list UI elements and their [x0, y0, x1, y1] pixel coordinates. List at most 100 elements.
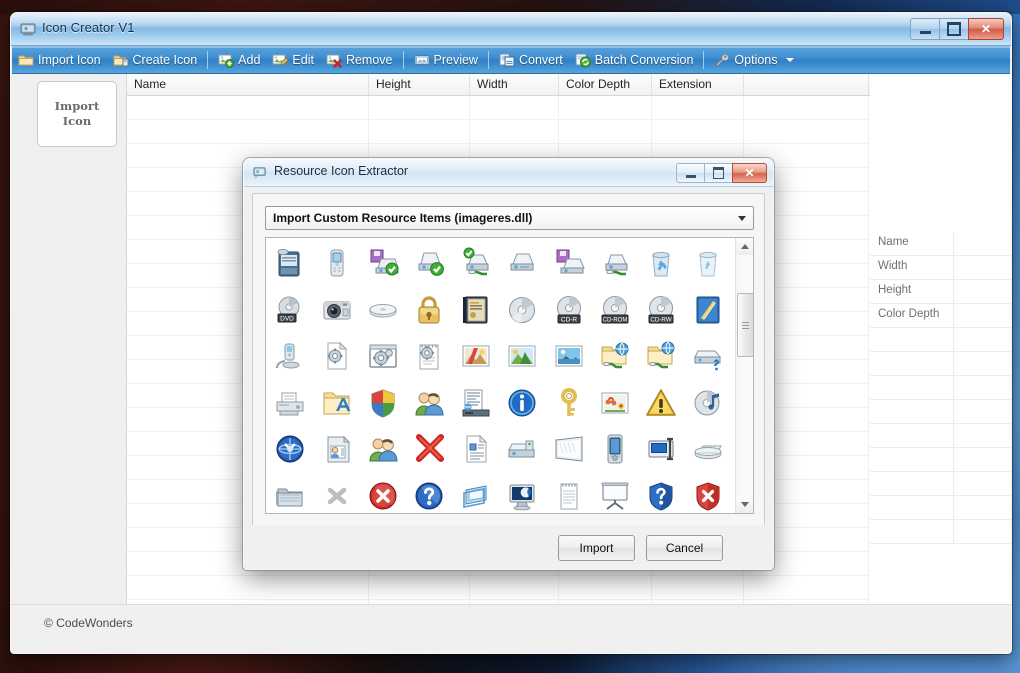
chevron-down-icon[interactable] [731, 208, 753, 228]
list-column-header[interactable]: Name [127, 74, 369, 95]
icon-grid-item[interactable]: CD-RW [638, 287, 684, 334]
icon-grid-scrollbar[interactable] [735, 238, 753, 513]
icon-grid-item[interactable] [499, 287, 545, 334]
toolbar-edit-button[interactable]: Edit [266, 48, 320, 72]
toolbar-preview-button[interactable]: Preview [408, 48, 484, 72]
icon-grid-item[interactable] [406, 333, 452, 380]
toolbar-add-button[interactable]: Add [212, 48, 266, 72]
maximize-button[interactable] [939, 18, 968, 40]
icon-grid-item[interactable] [313, 333, 359, 380]
dialog-close-button[interactable]: ✕ [732, 163, 767, 183]
icon-grid[interactable]: DVD CD-R CD-ROM CD-RW [267, 240, 731, 514]
icon-grid-item[interactable] [313, 473, 359, 514]
icon-grid-item[interactable]: CD-ROM [592, 287, 638, 334]
icon-grid-item[interactable] [360, 380, 406, 427]
icon-grid-item[interactable] [638, 473, 684, 514]
list-column-header[interactable]: Height [369, 74, 470, 95]
icon-grid-item[interactable] [499, 473, 545, 514]
icon-grid-item[interactable]: CD-R [545, 287, 591, 334]
icon-grid-item[interactable] [453, 426, 499, 473]
icon-grid-item[interactable] [360, 240, 406, 287]
close-button[interactable]: ✕ [968, 18, 1004, 40]
toolbar-create-icon-button[interactable]: Create Icon [107, 48, 204, 72]
list-column-header[interactable]: Extension [652, 74, 744, 95]
icon-grid-item[interactable] [638, 240, 684, 287]
icon-grid-item[interactable] [638, 333, 684, 380]
icon-grid-item[interactable] [499, 380, 545, 427]
icon-grid-item[interactable] [545, 380, 591, 427]
toolbar-batch-conversion-button[interactable]: Batch Conversion [569, 48, 700, 72]
icon-grid-item[interactable] [453, 240, 499, 287]
list-column-header[interactable]: Color Depth [559, 74, 652, 95]
icon-grid-item[interactable] [499, 333, 545, 380]
icon-grid-item[interactable] [545, 240, 591, 287]
icon-grid-item[interactable] [453, 287, 499, 334]
property-row[interactable]: Name [870, 232, 1011, 256]
icon-grid-item[interactable] [406, 380, 452, 427]
icon-grid-item[interactable] [685, 380, 731, 427]
toolbar-remove-button[interactable]: Remove [320, 48, 399, 72]
icon-grid-item[interactable] [360, 426, 406, 473]
scroll-up-icon[interactable] [736, 238, 753, 255]
property-row[interactable]: Width [870, 256, 1011, 280]
icon-grid-item[interactable] [453, 380, 499, 427]
icon-grid-item[interactable] [313, 380, 359, 427]
icon-grid-item[interactable] [545, 473, 591, 514]
icon-grid-item[interactable] [592, 380, 638, 427]
table-row[interactable] [127, 120, 871, 144]
icon-grid-item[interactable] [685, 333, 731, 380]
icon-grid-item[interactable] [313, 426, 359, 473]
icon-grid-item[interactable] [360, 333, 406, 380]
icon-grid-item[interactable] [406, 473, 452, 514]
icon-grid-item[interactable] [545, 333, 591, 380]
table-row[interactable] [127, 576, 871, 600]
icon-grid-panel[interactable]: DVD CD-R CD-ROM CD-RW [265, 237, 754, 514]
icon-grid-item[interactable] [545, 426, 591, 473]
icon-grid-item[interactable] [638, 426, 684, 473]
icon-grid-item[interactable] [592, 426, 638, 473]
property-row[interactable]: Color Depth [870, 304, 1011, 328]
icon-grid-item[interactable] [406, 240, 452, 287]
scrollbar-thumb[interactable] [737, 293, 753, 357]
icon-grid-item[interactable] [267, 473, 313, 514]
resource-source-dropdown[interactable]: Import Custom Resource Items (imageres.d… [265, 206, 754, 230]
icon-grid-item[interactable] [453, 333, 499, 380]
icon-grid-item[interactable] [685, 426, 731, 473]
icon-grid-item[interactable]: DVD [267, 287, 313, 334]
icon-grid-item[interactable] [685, 473, 731, 514]
icon-grid-item[interactable] [638, 380, 684, 427]
icon-grid-item[interactable] [499, 240, 545, 287]
icon-grid-item[interactable] [406, 287, 452, 334]
list-column-header[interactable]: Width [470, 74, 559, 95]
property-row[interactable]: Height [870, 280, 1011, 304]
icon-grid-item[interactable] [360, 287, 406, 334]
dialog-minimize-button[interactable] [676, 163, 704, 183]
icon-grid-item[interactable] [499, 426, 545, 473]
property-grid[interactable]: Name Width Height Color Depth [870, 232, 1011, 544]
icon-grid-item[interactable] [406, 426, 452, 473]
icon-grid-item[interactable] [313, 240, 359, 287]
dialog-maximize-button[interactable] [704, 163, 732, 183]
list-column-header[interactable] [744, 74, 869, 95]
icon-grid-item[interactable] [267, 426, 313, 473]
icon-grid-item[interactable] [592, 333, 638, 380]
icon-grid-item[interactable] [267, 333, 313, 380]
import-icon-dropzone-button[interactable]: Import Icon [37, 81, 117, 147]
icon-grid-item[interactable] [313, 287, 359, 334]
icon-grid-item[interactable] [592, 240, 638, 287]
icon-grid-item[interactable] [685, 287, 731, 334]
icon-grid-item[interactable] [685, 240, 731, 287]
icon-grid-item[interactable] [360, 473, 406, 514]
toolbar-convert-button[interactable]: Convert [493, 48, 569, 72]
icon-grid-item[interactable] [267, 240, 313, 287]
scroll-down-icon[interactable] [736, 496, 753, 513]
minimize-button[interactable] [910, 18, 939, 40]
toolbar-import-icon-button[interactable]: Import Icon [12, 48, 107, 72]
table-row[interactable] [127, 96, 871, 120]
cancel-button[interactable]: Cancel [646, 535, 723, 561]
icon-grid-item[interactable] [592, 473, 638, 514]
toolbar-options-menu[interactable]: Options [708, 48, 799, 72]
icon-grid-item[interactable] [453, 473, 499, 514]
icon-grid-item[interactable] [267, 380, 313, 427]
import-button[interactable]: Import [558, 535, 635, 561]
